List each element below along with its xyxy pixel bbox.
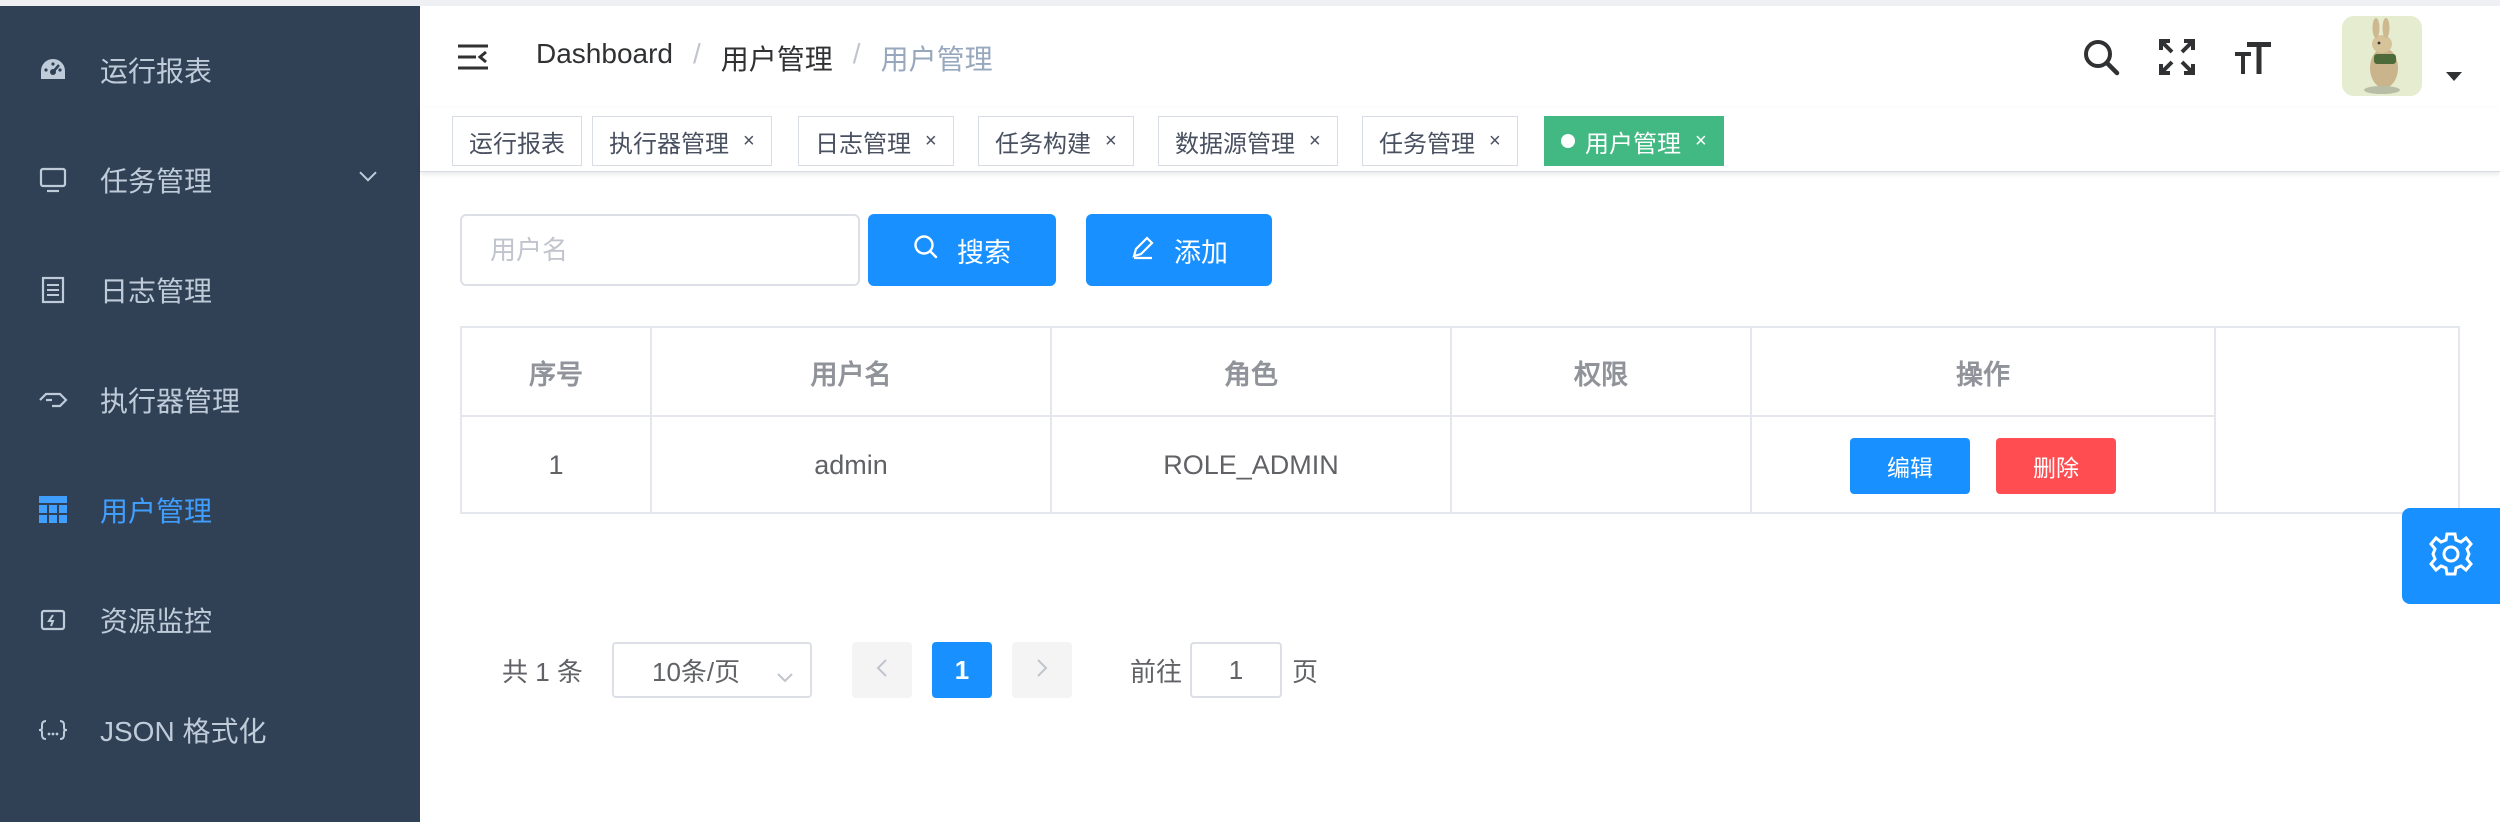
caret-down-icon[interactable] [2446, 72, 2462, 81]
sidebar: 运行报表 任务管理 日志管理 执行器管理 用户管理 资源监控 JSON 格式化 [0, 6, 420, 822]
tag-task-management[interactable]: 任务管理 × [1362, 116, 1518, 166]
tag-label: 执行器管理 [609, 130, 729, 158]
sidebar-item-label: 资源监控 [100, 606, 213, 637]
sidebar-item-label: 用户管理 [100, 496, 213, 527]
settings-drawer-button[interactable] [2402, 508, 2500, 604]
active-dot-icon [1561, 134, 1575, 148]
sidebar-item-user-management[interactable]: 用户管理 [0, 460, 420, 560]
breadcrumb-separator: / [852, 38, 861, 69]
goto-prefix: 前往 [1130, 657, 1183, 687]
sidebar-item-resource-monitor[interactable]: 资源监控 [0, 570, 420, 670]
column-header-role: 角色 [1224, 359, 1278, 390]
font-size-icon[interactable] [2232, 36, 2274, 78]
hamburger-icon[interactable] [456, 42, 490, 72]
column-header-permission: 权限 [1574, 359, 1628, 390]
sidebar-item-run-report[interactable]: 运行报表 [0, 20, 420, 120]
json-braces-icon [38, 715, 68, 745]
tag-label: 运行报表 [469, 130, 565, 158]
close-icon[interactable]: × [1309, 130, 1321, 153]
page-size-value: 10条/页 [652, 656, 741, 687]
tag-label: 任务构建 [995, 130, 1091, 158]
add-button[interactable]: 添加 [1086, 214, 1272, 286]
pagination-total: 共 1 条 [502, 657, 583, 687]
sidebar-item-label: 执行器管理 [100, 386, 241, 417]
prev-page-button[interactable] [852, 642, 912, 698]
goto-suffix: 页 [1292, 657, 1319, 687]
sidebar-item-task-management[interactable]: 任务管理 [0, 130, 420, 230]
cell-role: ROLE_ADMIN [1163, 449, 1339, 480]
delete-button[interactable]: 删除 [1996, 438, 2116, 494]
tag-user-management[interactable]: 用户管理 × [1544, 116, 1724, 166]
close-icon[interactable]: × [925, 130, 937, 153]
gear-icon [2428, 531, 2474, 582]
navbar: Dashboard / 用户管理 / 用户管理 [420, 6, 2500, 108]
tag-task-build[interactable]: 任务构建 × [978, 116, 1134, 166]
chevron-down-icon [776, 660, 794, 691]
column-header-actions: 操作 [1956, 359, 2010, 390]
sidebar-item-executor-management[interactable]: 执行器管理 [0, 350, 420, 450]
cell-index: 1 [548, 449, 564, 480]
cell-username: admin [814, 449, 888, 480]
search-button-label: 搜索 [957, 237, 1011, 268]
page-number-current[interactable]: 1 [932, 642, 992, 698]
edit-button[interactable]: 编辑 [1850, 438, 1970, 494]
document-icon [38, 275, 68, 305]
close-icon[interactable]: × [743, 130, 755, 153]
breadcrumb-item-dashboard[interactable]: Dashboard [536, 38, 673, 78]
search-button[interactable]: 搜索 [868, 214, 1056, 286]
sidebar-item-label: JSON 格式化 [100, 716, 267, 747]
column-header-username: 用户名 [810, 359, 892, 390]
user-table: 序号 用户名 角色 权限 操作 1 admin ROLE_ADMIN 编辑 删除 [460, 326, 2460, 514]
close-icon[interactable]: × [1105, 130, 1117, 153]
sidebar-item-json-format[interactable]: JSON 格式化 [0, 680, 420, 780]
column-header-index: 序号 [529, 359, 583, 390]
search-icon[interactable] [2080, 36, 2122, 78]
monitor-resource-icon [38, 605, 68, 635]
page-size-select[interactable]: 10条/页 [612, 642, 812, 698]
close-icon[interactable]: × [1489, 130, 1501, 153]
sidebar-item-label: 日志管理 [100, 276, 213, 307]
chevron-right-icon [1036, 658, 1048, 683]
breadcrumb-item-current: 用户管理 [880, 44, 993, 75]
monitor-icon [38, 165, 68, 195]
chevron-down-icon [358, 169, 378, 187]
sidebar-item-label: 任务管理 [100, 166, 213, 197]
breadcrumb: Dashboard / 用户管理 / 用户管理 [536, 38, 993, 78]
username-search-input[interactable] [460, 214, 860, 286]
sidebar-item-label: 运行报表 [100, 56, 213, 87]
avatar[interactable] [2342, 16, 2422, 96]
search-icon [913, 234, 939, 267]
cell-permission [1452, 416, 1750, 514]
tag-label: 日志管理 [815, 130, 911, 158]
breadcrumb-separator: / [692, 38, 701, 69]
table-icon [38, 495, 68, 525]
tag-label: 用户管理 [1585, 130, 1681, 158]
goto-page-input[interactable] [1190, 642, 1282, 698]
edit-pen-icon [1130, 234, 1156, 267]
tags-view: 运行报表 执行器管理 × 日志管理 × 任务构建 × 数据源管理 × 任务管理 … [420, 108, 2500, 172]
chevron-left-icon [876, 658, 888, 683]
tag-label: 数据源管理 [1175, 130, 1295, 158]
tag-datasource-management[interactable]: 数据源管理 × [1158, 116, 1338, 166]
close-icon[interactable]: × [1695, 130, 1707, 153]
dashboard-icon [38, 55, 68, 85]
next-page-button[interactable] [1012, 642, 1072, 698]
tag-executor-management[interactable]: 执行器管理 × [592, 116, 772, 166]
sidebar-item-log-management[interactable]: 日志管理 [0, 240, 420, 340]
fullscreen-icon[interactable] [2156, 36, 2198, 78]
breadcrumb-item-user-management[interactable]: 用户管理 [721, 38, 833, 78]
tag-label: 任务管理 [1379, 130, 1475, 158]
tag-run-report[interactable]: 运行报表 [452, 116, 582, 166]
add-button-label: 添加 [1174, 237, 1228, 268]
executor-icon [38, 385, 68, 415]
column-divider [2214, 328, 2216, 514]
tag-log-management[interactable]: 日志管理 × [798, 116, 954, 166]
